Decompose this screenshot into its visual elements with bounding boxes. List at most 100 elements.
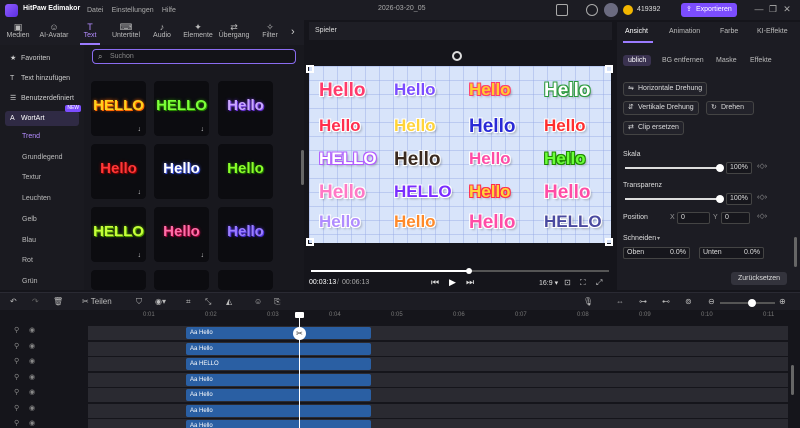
text-clip[interactable]: Aa HELLO (186, 358, 371, 370)
wordart-tile[interactable]: Hello (154, 144, 209, 199)
tab-ai-avatar[interactable]: ☺ AI-Avatar (36, 20, 72, 45)
rotate-handle-icon[interactable] (452, 51, 462, 61)
replace-clip-button[interactable]: ⇄ Clip ersetzen (623, 121, 684, 135)
menu-settings[interactable]: Einstellungen (112, 7, 154, 14)
next-frame-icon[interactable]: ⏭ (466, 277, 474, 288)
play-icon[interactable]: ▶ (449, 277, 456, 288)
crop-icon[interactable]: ⌗ (186, 297, 191, 307)
subcategory-item[interactable]: Blau (22, 237, 36, 244)
tab-animation[interactable]: Animation (669, 28, 700, 35)
opacity-handle[interactable] (716, 195, 724, 203)
flip-horizontal-button[interactable]: ⇋ Horizontale Drehung (623, 82, 707, 96)
monitor-icon[interactable] (556, 4, 568, 16)
tab-subtitles[interactable]: ⌨ Untertitel (108, 20, 144, 45)
playhead-handle[interactable] (295, 312, 304, 318)
delete-icon[interactable]: 🗑 (53, 297, 63, 306)
nav-item-2[interactable]: ☰ Benutzerdefiniert (5, 91, 79, 106)
text-clip[interactable]: Aa Hello (186, 389, 371, 401)
previous-frame-icon[interactable]: ⏮ (431, 277, 439, 288)
playback-scrubber[interactable] (311, 268, 609, 274)
position-x-input[interactable]: 0 (677, 212, 710, 224)
visibility-icon[interactable]: ◉ (29, 357, 35, 365)
keyframe-icon[interactable]: ‹◇› (757, 162, 767, 170)
wordart-tile[interactable]: Hello ↓ (154, 207, 209, 262)
expand-icon[interactable]: ⤢ (596, 278, 602, 288)
tab-view[interactable]: Ansicht (625, 28, 648, 35)
reset-button[interactable]: Zurücksetzen (731, 272, 787, 285)
lock-icon[interactable]: ⚲ (14, 342, 19, 350)
link-icon[interactable]: ⇔ (616, 297, 624, 306)
split-button[interactable]: ✂ Teilen (82, 297, 112, 306)
wordart-tile[interactable]: Hello (218, 144, 273, 199)
wordart-tile[interactable]: HELLO ↓ (91, 207, 146, 262)
subcategory-item[interactable]: Rot (22, 257, 33, 264)
lock-icon[interactable]: ⚲ (14, 373, 19, 381)
tab-color[interactable]: Farbe (720, 28, 738, 35)
text-clip[interactable]: Aa Hello (186, 404, 371, 417)
subcategory-item[interactable]: Gelb (22, 216, 37, 223)
corner-handle-icon[interactable] (605, 65, 613, 73)
menu-help[interactable]: Hilfe (162, 7, 176, 14)
export-button[interactable]: ⇪ Exportieren (681, 3, 737, 17)
aspect-ratio-select[interactable]: 16:9 ▾ (539, 279, 558, 287)
wordart-tile[interactable] (154, 270, 209, 290)
export-frame-icon[interactable]: ⎘ (274, 297, 280, 307)
zoom-out-icon[interactable]: ⊖ (708, 297, 715, 306)
timeline-ruler[interactable]: 0:01 0:02 0:03 0:04 0:05 0:06 0:07 0:08 0:09 0:10… (88, 312, 788, 322)
wordart-tile[interactable]: Hello (218, 81, 273, 136)
zoom-handle[interactable] (748, 299, 756, 307)
subcategory-item[interactable]: Leuchten (22, 195, 51, 202)
visibility-icon[interactable]: ◉ (29, 326, 35, 334)
position-y-input[interactable]: 0 (721, 212, 750, 224)
timeline-scrollbar[interactable] (791, 365, 794, 395)
undo-icon[interactable]: ↶ (10, 297, 17, 306)
keyframe-icon[interactable]: ‹◇› (757, 212, 767, 220)
resize-icon[interactable]: ⤡ (205, 297, 211, 307)
wordart-tile[interactable]: Hello (218, 207, 273, 262)
mirror-icon[interactable]: ◭ (226, 297, 232, 306)
panel-scrollbar[interactable] (794, 237, 797, 267)
wordart-tile[interactable] (218, 270, 273, 290)
lock-icon[interactable]: ⚲ (14, 404, 19, 412)
corner-handle-icon[interactable] (306, 65, 314, 73)
zoom-in-icon[interactable]: ⊕ (779, 297, 786, 306)
opacity-slider[interactable] (625, 195, 724, 203)
subtab-remove-bg[interactable]: BG entfernen (657, 55, 709, 66)
keyframe-icon[interactable]: ‹◇› (757, 193, 767, 201)
crop-collapse-icon[interactable]: ▾ (657, 235, 660, 242)
snapshot-icon[interactable]: ⊡ (564, 278, 571, 287)
flip-vertical-button[interactable]: ⇵ Vertikale Drehung (623, 101, 699, 115)
magnet-icon[interactable]: ⊶ (639, 297, 647, 306)
nav-item-3[interactable]: A WortArt NEW (5, 105, 81, 126)
text-clip[interactable]: Aa Hello (186, 327, 371, 339)
tab-transitions[interactable]: ⇄ Übergang (216, 20, 252, 45)
tab-audio[interactable]: ♪ Audio (144, 20, 180, 45)
menu-file[interactable]: Datei (87, 7, 103, 14)
subtab-normal[interactable]: ublich (623, 55, 652, 66)
visibility-icon[interactable]: ◉ (29, 342, 35, 350)
visibility-icon[interactable]: ◉ (29, 388, 35, 396)
zoom-slider[interactable] (720, 299, 775, 307)
wordart-tile[interactable]: HELLO ↓ (154, 81, 209, 136)
subtab-mask[interactable]: Maske (711, 55, 742, 66)
playback-handle[interactable] (465, 268, 472, 274)
maximize-icon[interactable]: ❐ (766, 4, 780, 15)
opacity-input[interactable]: 100% (726, 193, 752, 205)
nav-item-0[interactable]: ★ Favoriten (5, 51, 79, 66)
tab-elements[interactable]: ✦ Elemente (180, 20, 216, 45)
visibility-icon[interactable]: ◉ (29, 419, 35, 427)
visibility-icon[interactable]: ◉ (29, 373, 35, 381)
text-clip[interactable]: Aa Hello (186, 420, 371, 428)
microphone-icon[interactable]: 🎙 (583, 297, 593, 306)
tab-ai-effects[interactable]: KI-Effekte (757, 28, 788, 35)
lock-icon[interactable]: ⚲ (14, 326, 19, 334)
shield-icon[interactable]: ⛉ (136, 297, 142, 307)
subcategory-item[interactable]: Grün (22, 278, 38, 285)
avatar-icon[interactable]: ☺ (254, 297, 262, 306)
subcategory-item[interactable]: Textur (22, 174, 41, 181)
subcategory-item[interactable]: Trend (22, 133, 40, 140)
lock-icon[interactable]: ⚲ (14, 419, 19, 427)
preview-icon[interactable]: ⊚ (685, 297, 692, 306)
redo-icon[interactable]: ↷ (32, 297, 39, 306)
scale-input[interactable]: 100% (726, 162, 752, 174)
